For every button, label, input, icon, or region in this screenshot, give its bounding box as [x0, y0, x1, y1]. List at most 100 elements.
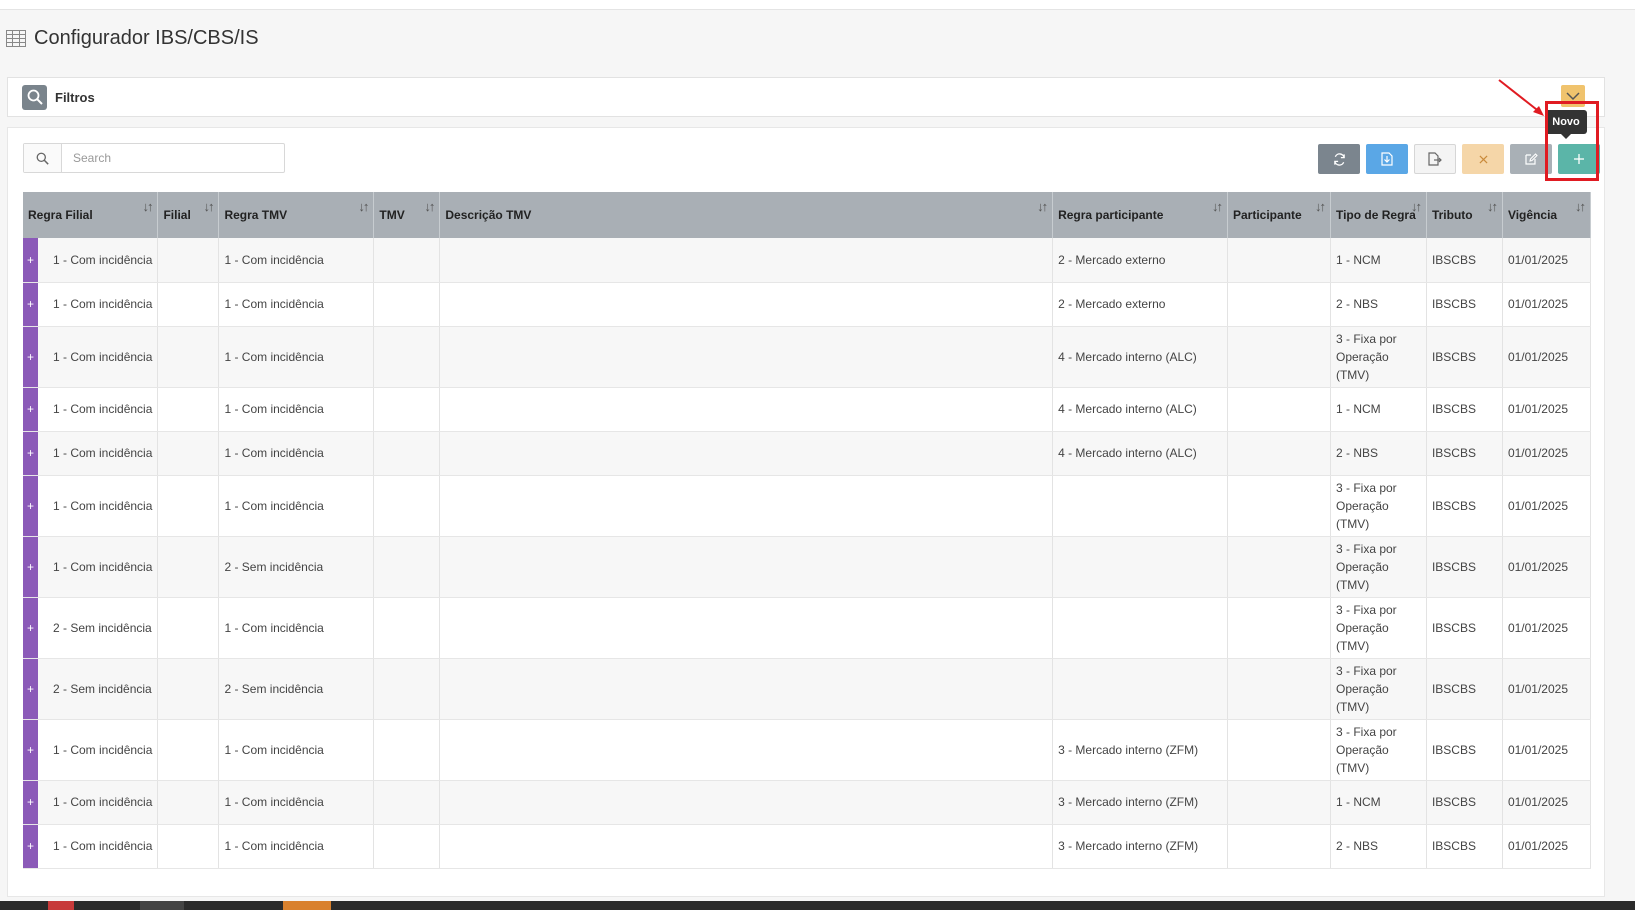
cell-participante — [1227, 238, 1331, 283]
cell-text: 1 - Com incidência — [53, 252, 153, 267]
expand-row-button[interactable]: + — [23, 326, 38, 387]
cell-tributo: IBSCBS — [1426, 387, 1503, 432]
chevron-down-icon — [1566, 91, 1580, 100]
expand-row-button[interactable]: + — [23, 431, 38, 475]
import-button[interactable] — [1366, 144, 1408, 174]
column-header-regra-participante[interactable]: Regra participante ↓↑ — [1052, 192, 1228, 238]
cell-text: 1 - Com incidência — [53, 349, 153, 364]
cell-text: 1 - Com incidência — [53, 742, 153, 757]
table-row[interactable]: +1 - Com incidência 1 - Com incidência 3 -… — [23, 824, 1592, 869]
cell-regra-tmv: 1 - Com incidência — [218, 597, 375, 659]
sort-icon: ↓↑ — [1314, 199, 1326, 214]
top-bar — [0, 0, 1635, 10]
search-icon — [24, 144, 62, 172]
expand-row-button[interactable]: + — [23, 238, 38, 282]
cell-tipo-de-regra: 3 - Fixa por Operação (TMV) — [1330, 475, 1427, 537]
search-input[interactable] — [62, 144, 284, 172]
table-row[interactable]: +1 - Com incidência 1 - Com incidência 3 -… — [23, 475, 1592, 537]
sort-icon: ↓↑ — [142, 199, 153, 214]
cell-participante — [1227, 536, 1331, 598]
expand-row-button[interactable]: + — [23, 780, 38, 824]
table-row[interactable]: +1 - Com incidência 2 - Sem incidência 3 -… — [23, 536, 1592, 598]
cell-regra-tmv: 1 - Com incidência — [218, 780, 375, 825]
expand-row-button[interactable]: + — [23, 282, 38, 326]
expand-row-button[interactable]: + — [23, 658, 38, 719]
expand-row-button[interactable]: + — [23, 387, 38, 431]
cell-regra-filial: +1 - Com incidência — [23, 387, 159, 432]
sort-icon: ↓↑ — [1037, 199, 1048, 214]
cell-descricao-tmv — [439, 238, 1054, 283]
cell-tmv — [373, 597, 441, 659]
column-header-vigencia[interactable]: Vigência ↓↑ — [1502, 192, 1592, 238]
edit-icon — [1525, 153, 1538, 165]
cell-regra-tmv: 2 - Sem incidência — [218, 536, 375, 598]
table-row[interactable]: +1 - Com incidência 1 - Com incidência 4 -… — [23, 326, 1592, 388]
cell-regra-filial: +2 - Sem incidência — [23, 658, 159, 720]
cell-text: 1 - Com incidência — [53, 559, 153, 574]
delete-button[interactable] — [1462, 144, 1504, 174]
cell-regra-tmv: 1 - Com incidência — [218, 824, 375, 869]
cell-regra-filial: +1 - Com incidência — [23, 780, 159, 825]
cell-participante — [1227, 387, 1331, 432]
cell-tmv — [373, 282, 441, 327]
filter-panel[interactable]: Filtros — [7, 77, 1605, 117]
expand-row-button[interactable]: + — [23, 719, 38, 780]
expand-row-button[interactable]: + — [23, 475, 38, 536]
column-header-filial[interactable]: Filial ↓↑ — [157, 192, 220, 238]
column-header-descricao-tmv[interactable]: Descrição TMV ↓↑ — [439, 192, 1054, 238]
table-row[interactable]: +1 - Com incidência 1 - Com incidência 4 -… — [23, 387, 1592, 432]
table-row[interactable]: +1 - Com incidência 1 - Com incidência 4 -… — [23, 431, 1592, 476]
refresh-icon — [1333, 152, 1345, 166]
cell-tributo: IBSCBS — [1426, 326, 1503, 388]
file-export-icon — [1428, 152, 1442, 166]
cell-tmv — [373, 536, 441, 598]
cell-filial — [157, 431, 220, 476]
column-header-regra-filial[interactable]: Regra Filial ↓↑ — [23, 192, 159, 238]
expand-row-button[interactable]: + — [23, 824, 38, 868]
sort-icon: ↓↑ — [1575, 199, 1586, 214]
export-button[interactable] — [1414, 144, 1456, 174]
cell-regra-filial: +1 - Com incidência — [23, 326, 159, 388]
table-row[interactable]: +1 - Com incidência 1 - Com incidência 3 -… — [23, 780, 1592, 825]
cell-text: 2 - Sem incidência — [53, 681, 152, 696]
cell-tributo: IBSCBS — [1426, 658, 1503, 720]
cell-text: 1 - Com incidência — [53, 498, 153, 513]
table-row[interactable]: +1 - Com incidência 1 - Com incidência 3 -… — [23, 719, 1592, 781]
column-header-regra-tmv[interactable]: Regra TMV ↓↑ — [218, 192, 375, 238]
sort-icon: ↓↑ — [424, 199, 435, 214]
cell-tipo-de-regra: 2 - NBS — [1330, 431, 1427, 476]
refresh-button[interactable] — [1318, 144, 1360, 174]
cell-filial — [157, 326, 220, 388]
cell-filial — [157, 282, 220, 327]
cell-tmv — [373, 824, 441, 869]
search-box — [23, 143, 285, 173]
table-row[interactable]: +1 - Com incidência 1 - Com incidência 2 -… — [23, 238, 1592, 283]
cell-tmv — [373, 780, 441, 825]
column-header-tmv[interactable]: TMV ↓↑ — [373, 192, 441, 238]
cell-regra-participante: 3 - Mercado interno (ZFM) — [1052, 780, 1228, 825]
table-row[interactable]: +2 - Sem incidência 2 - Sem incidência 3 -… — [23, 658, 1592, 720]
cell-vigencia: 01/01/2025 — [1502, 387, 1592, 432]
cell-tipo-de-regra: 3 - Fixa por Operação (TMV) — [1330, 719, 1427, 781]
rules-table: Regra Filial ↓↑ Filial ↓↑ Regra TMV ↓↑ TMV ↓… — [23, 192, 1592, 869]
taskbar-item — [48, 901, 74, 910]
cell-regra-filial: +1 - Com incidência — [23, 431, 159, 476]
sort-icon: ↓↑ — [203, 199, 214, 214]
expand-row-button[interactable]: + — [23, 597, 38, 658]
cell-vigencia: 01/01/2025 — [1502, 282, 1592, 327]
cell-regra-participante: 4 - Mercado interno (ALC) — [1052, 326, 1228, 388]
cell-participante — [1227, 658, 1331, 720]
column-header-tipo-de-regra[interactable]: Tipo de Regra ↓↑ — [1330, 192, 1427, 238]
cell-regra-filial: +1 - Com incidência — [23, 824, 159, 869]
cell-regra-participante: 3 - Mercado interno (ZFM) — [1052, 719, 1228, 781]
table-row[interactable]: +1 - Com incidência 1 - Com incidência 2 -… — [23, 282, 1592, 327]
taskbar-item — [140, 901, 184, 910]
cell-regra-participante — [1052, 536, 1228, 598]
column-header-participante[interactable]: Participante ↓↑ — [1227, 192, 1331, 238]
column-header-tributo[interactable]: Tributo ↓↑ — [1426, 192, 1503, 238]
table-row[interactable]: +2 - Sem incidência 1 - Com incidência 3 -… — [23, 597, 1592, 659]
cell-regra-participante: 2 - Mercado externo — [1052, 238, 1228, 283]
cell-regra-participante — [1052, 658, 1228, 720]
cell-descricao-tmv — [439, 536, 1054, 598]
expand-row-button[interactable]: + — [23, 536, 38, 597]
